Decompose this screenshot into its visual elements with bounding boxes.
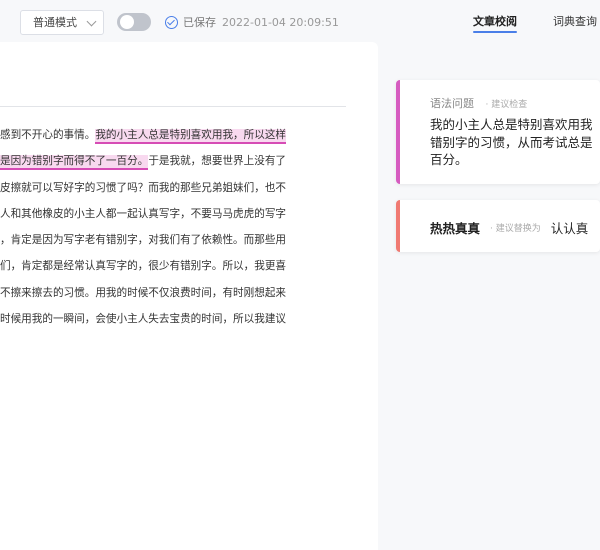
text-line: 们，肯定都是经常认真写字的，很少有错别字。所以，我更喜 bbox=[0, 260, 287, 273]
text-line: 人和其他橡皮的小主人都一起认真写字，不要马马虎虎的写字 bbox=[0, 207, 287, 220]
mode-select-label: 普通模式 bbox=[33, 16, 77, 29]
issue-hint: · 建议检查 bbox=[485, 100, 528, 110]
text-line: 是因为错别字而得不了一百分。于是我就，想要世界上没有了 bbox=[0, 148, 350, 174]
suggested-word[interactable]: 认认真 bbox=[551, 218, 589, 237]
text-line: 皮擦就可以写好字的习惯了吗？而我的那些兄弟姐妹们，也不 bbox=[0, 181, 287, 194]
issue-type: 语法问题 bbox=[430, 97, 474, 110]
card-header: 语法问题 · 建议检查 bbox=[430, 95, 527, 111]
title-divider bbox=[0, 106, 346, 107]
text-line: ，肯定是因为写字老有错别字，对我们有了依赖性。而那些用 bbox=[0, 234, 287, 247]
replace-hint: · 建议替换为 bbox=[490, 224, 541, 234]
grammar-highlight[interactable]: 我的小主人总是特别喜欢用我，所以这样 bbox=[95, 129, 287, 144]
toggle-knob bbox=[120, 15, 134, 29]
tab-dictionary[interactable]: 词典查询 bbox=[553, 13, 597, 29]
issue-text: 我的小主人总是特别喜欢用我 错别字的习惯，从而考试总是 百分。 bbox=[430, 117, 593, 167]
grammar-suggestion-card[interactable]: 语法问题 · 建议检查 我的小主人总是特别喜欢用我 错别字的习惯，从而考试总是 … bbox=[396, 80, 600, 184]
text-line: 不擦来擦去的习惯。用我的时候不仅浪费时间，有时刚想起来 bbox=[0, 286, 287, 299]
editor-panel[interactable]: 感到不开心的事情。我的小主人总是特别喜欢用我，所以这样 是因为错别字而得不了一百… bbox=[0, 42, 378, 550]
mode-toggle[interactable] bbox=[117, 13, 151, 31]
grammar-highlight[interactable]: 是因为错别字而得不了一百分。 bbox=[0, 155, 149, 171]
top-toolbar: 普通模式 已保存 2022-01-04 20:09:51 文章校阅 词典查询 bbox=[0, 0, 600, 42]
saved-timestamp: 2022-01-04 20:09:51 bbox=[222, 15, 339, 29]
save-status: 已保存 2022-01-04 20:09:51 bbox=[165, 14, 339, 30]
replace-row: 热热真真 · 建议替换为 认认真 bbox=[430, 218, 588, 237]
tab-proofread[interactable]: 文章校阅 bbox=[473, 13, 517, 33]
check-circle-icon bbox=[165, 15, 178, 29]
text-line: 感到不开心的事情。我的小主人总是特别喜欢用我，所以这样 bbox=[0, 122, 350, 148]
saved-label: 已保存 bbox=[183, 16, 216, 29]
chevron-down-icon bbox=[86, 16, 97, 27]
mode-select[interactable]: 普通模式 bbox=[20, 10, 104, 35]
text-line: 时候用我的一瞬间，会使小主人失去宝贵的时间，所以我建议 bbox=[0, 313, 287, 326]
wrong-word: 热热真真 bbox=[430, 221, 481, 236]
article-text[interactable]: 感到不开心的事情。我的小主人总是特别喜欢用我，所以这样 是因为错别字而得不了一百… bbox=[0, 122, 350, 332]
replace-suggestion-card[interactable]: 热热真真 · 建议替换为 认认真 bbox=[396, 200, 600, 252]
